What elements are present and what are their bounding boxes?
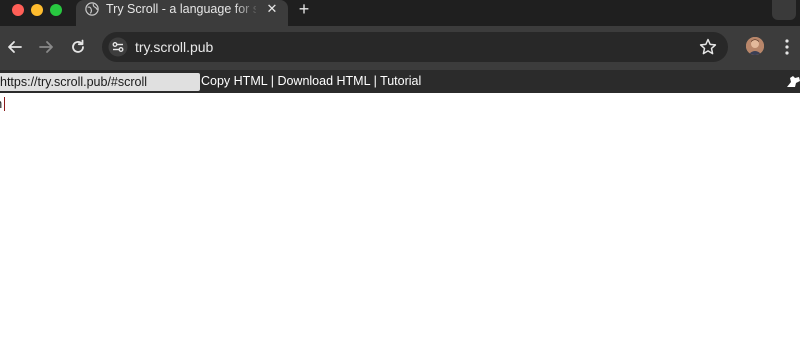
profile-picture-icon: [746, 37, 764, 55]
forward-arrow-icon[interactable]: [35, 36, 57, 58]
tab-search-button[interactable]: [772, 0, 796, 20]
copy-html-link[interactable]: Copy HTML: [201, 74, 267, 88]
tab-strip: Try Scroll - a language for scientists o…: [0, 0, 800, 26]
share-url-field[interactable]: [0, 73, 200, 91]
header-links: Copy HTML | Download HTML | Tutorial: [201, 73, 421, 90]
download-html-link[interactable]: Download HTML: [277, 74, 370, 88]
address-bar[interactable]: try.scroll.pub: [102, 32, 728, 62]
page-header-bar: Copy HTML | Download HTML | Tutorial: [0, 70, 800, 93]
reload-icon[interactable]: [67, 36, 89, 58]
tutorial-link[interactable]: Tutorial: [380, 74, 421, 88]
tab-title-fade: [234, 0, 260, 22]
text-caret: [4, 97, 5, 111]
kebab-menu-icon[interactable]: [778, 37, 796, 57]
window-maximize-button[interactable]: [50, 4, 62, 16]
bookmark-star-icon[interactable]: [698, 37, 718, 57]
site-info-tune-icon[interactable]: [108, 37, 128, 57]
browser-toolbar: try.scroll.pub: [0, 26, 800, 70]
browser-window: Try Scroll - a language for scientists o…: [0, 0, 800, 346]
fork-icon[interactable]: [786, 73, 800, 89]
window-close-button[interactable]: [12, 4, 24, 16]
back-arrow-icon[interactable]: [4, 36, 26, 58]
url-text[interactable]: try.scroll.pub: [135, 38, 213, 56]
tab-close-icon[interactable]: ✕: [265, 2, 279, 16]
new-tab-button[interactable]: +: [295, 0, 313, 18]
window-minimize-button[interactable]: [31, 4, 43, 16]
active-tab[interactable]: Try Scroll - a language for scientists o…: [76, 0, 288, 26]
profile-avatar[interactable]: [746, 37, 764, 55]
globe-icon: [85, 2, 99, 16]
editor-text: n: [0, 96, 2, 112]
code-editor[interactable]: n: [0, 93, 800, 346]
